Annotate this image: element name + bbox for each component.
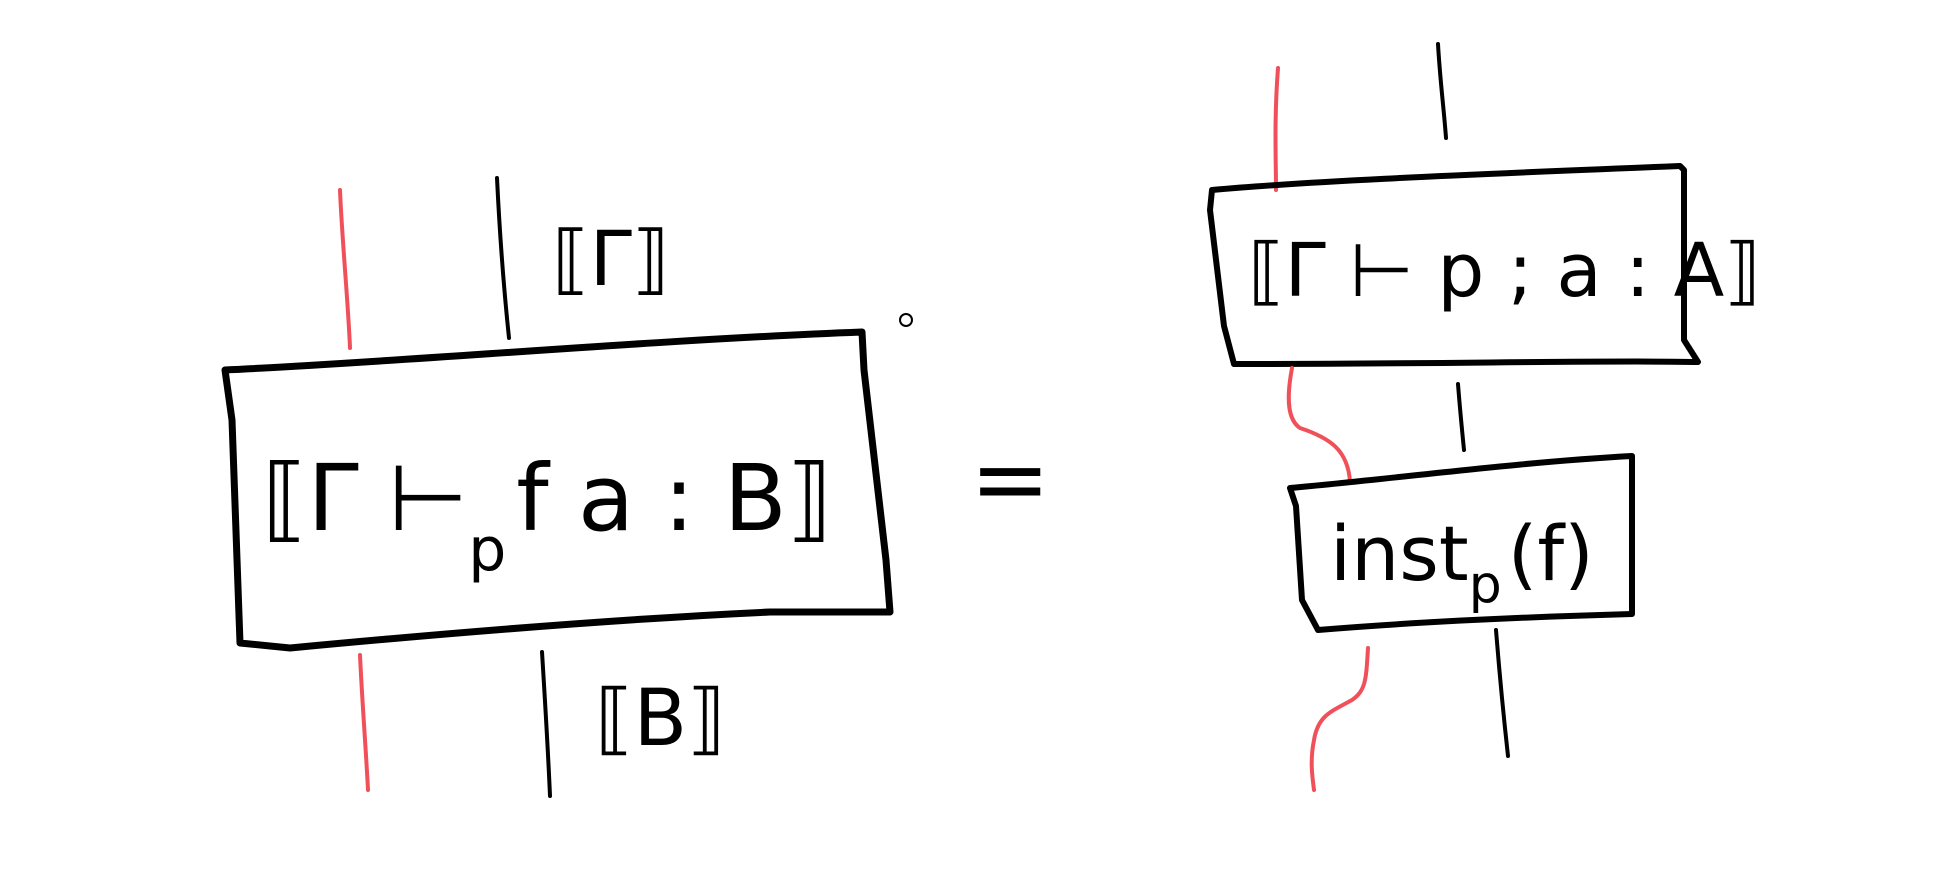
left-input-label: ⟦Γ⟧ — [552, 214, 670, 303]
right-top-box-label: ⟦Γ ⊢ p ; a : A⟧ — [1248, 228, 1761, 314]
left-red-wire-top — [338, 188, 352, 350]
right-bottom-box-label-sub: p — [1469, 555, 1502, 615]
right-bottom-box-label-args: (f) — [1508, 509, 1594, 598]
string-diagram-canvas: ⟦Γ⟧ ⟦Γ ⊢pf a : B⟧ ⟦B⟧ = ⟦Γ ⊢ p ; a : A⟧ — [221, 42, 1761, 798]
right-red-wire-top — [1273, 66, 1280, 192]
left-red-wire-bottom — [358, 653, 370, 792]
left-box-label: ⟦Γ ⊢p f a : B⟧ — [262, 445, 832, 585]
left-box-label-open: ⟦Γ ⊢ — [262, 445, 468, 552]
left-box-label-rest: f a : B⟧ — [516, 445, 832, 552]
right-black-wire-bottom — [1494, 628, 1510, 758]
right-black-wire-middle — [1456, 382, 1466, 452]
left-black-wire-top — [495, 176, 511, 340]
right-bottom-box-label-main: inst — [1330, 509, 1469, 598]
left-output-label: ⟦B⟧ — [595, 674, 726, 764]
equals-sign: = — [970, 423, 1050, 535]
right-red-wire-bottom — [1309, 646, 1370, 792]
right-red-wire-middle — [1286, 366, 1352, 484]
right-black-wire-top — [1436, 42, 1448, 140]
right-bottom-box-label: instp(f) — [1330, 509, 1594, 615]
left-diagram: ⟦Γ⟧ ⟦Γ ⊢p f a : B⟧ ⟦B⟧ — [221, 176, 894, 798]
right-diagram: ⟦Γ ⊢ p ; a : A⟧ instp(f) — [1207, 42, 1761, 792]
left-black-wire-bottom — [540, 650, 552, 798]
left-box-label-sub: p — [468, 515, 506, 585]
stray-dot — [899, 313, 913, 327]
